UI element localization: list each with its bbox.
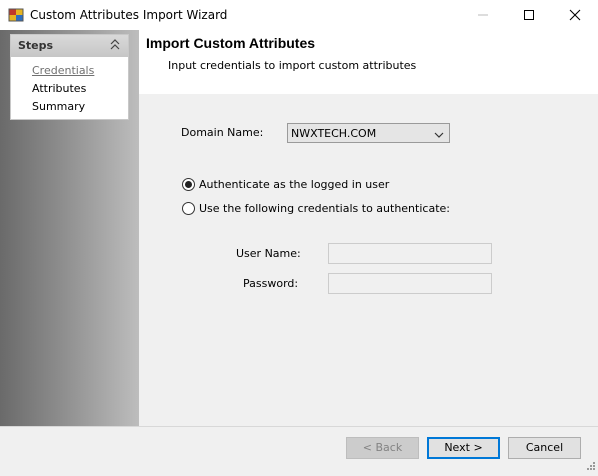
step-summary[interactable]: Summary [32,100,85,113]
auth-credentials-radio[interactable] [182,202,195,215]
page-title: Import Custom Attributes [146,35,316,51]
close-button[interactable] [552,0,598,30]
page-header: Import Custom Attributes Input credentia… [139,30,598,94]
maximize-button[interactable] [506,0,552,30]
minimize-button[interactable] [460,0,506,30]
collapse-chevron-icon[interactable] [110,39,120,54]
page-subtitle: Input credentials to import custom attri… [168,59,417,72]
steps-title: Steps [18,39,54,52]
domain-name-select[interactable]: NWXTECH.COM [287,123,450,143]
username-input[interactable] [328,243,492,264]
auth-logged-in-label[interactable]: Authenticate as the logged in user [199,178,389,191]
domain-name-label: Domain Name: [181,126,264,139]
step-attributes[interactable]: Attributes [32,82,86,95]
chevron-down-icon [434,129,444,142]
auth-credentials-label[interactable]: Use the following credentials to authent… [199,202,450,215]
wizard-footer: < Back Next > Cancel [0,426,598,476]
steps-header[interactable]: Steps [11,35,128,57]
back-button[interactable]: < Back [346,437,419,459]
window-title: Custom Attributes Import Wizard [30,8,228,22]
maximize-icon [524,10,534,20]
cancel-button[interactable]: Cancel [508,437,581,459]
minimize-icon [478,14,488,16]
next-button[interactable]: Next > [427,437,500,459]
domain-name-value: NWXTECH.COM [291,127,377,140]
auth-logged-in-radio[interactable] [182,178,195,191]
step-credentials[interactable]: Credentials [32,64,94,77]
resize-grip-icon[interactable] [586,461,596,474]
app-icon [8,7,24,23]
username-label: User Name: [236,247,301,260]
radio-selected-dot [185,181,192,188]
close-icon [569,9,581,21]
password-label: Password: [243,277,299,290]
title-bar[interactable]: Custom Attributes Import Wizard [0,0,598,30]
password-input[interactable] [328,273,492,294]
steps-panel: Steps Credentials Attributes Summary [10,34,129,120]
